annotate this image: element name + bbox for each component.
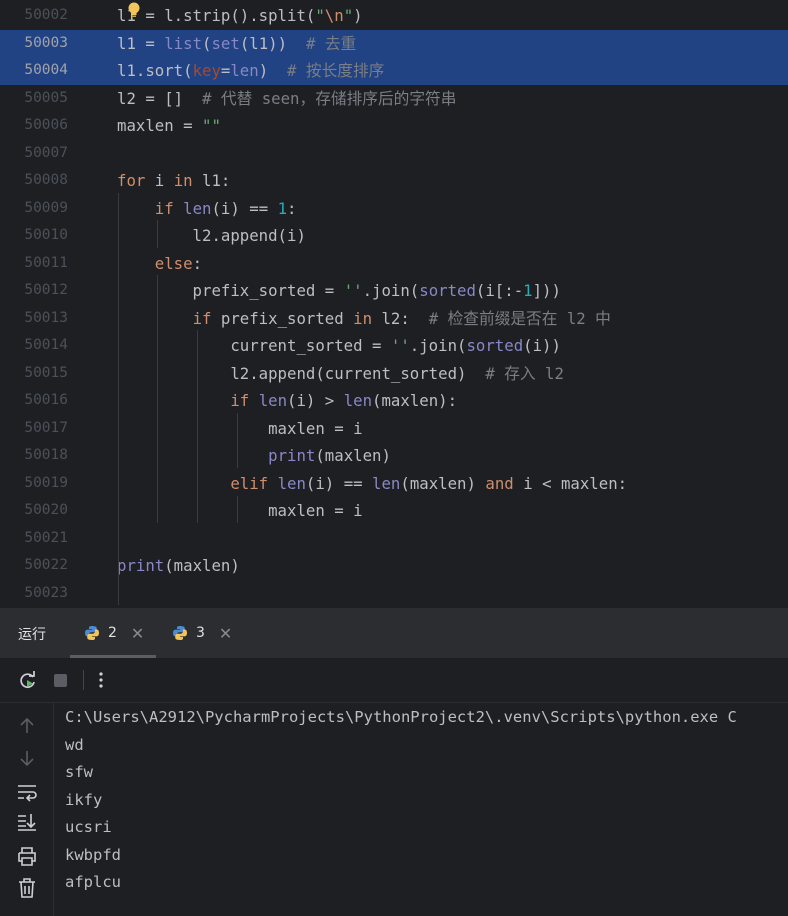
code-line[interactable]: 50005 l2 = [] # 代替 seen，存储排序后的字符串 <box>0 85 788 113</box>
console-line: kwbpfd <box>65 845 121 864</box>
code-line[interactable]: 50004 l1.sort(key=len) # 按长度排序 <box>0 57 788 85</box>
line-number: 50018 <box>24 447 68 463</box>
print-icon[interactable] <box>16 845 38 867</box>
scroll-down-icon[interactable] <box>16 747 38 769</box>
code-line[interactable]: 50007 <box>0 140 788 168</box>
console-line: wd <box>65 735 84 754</box>
line-number: 50022 <box>24 557 68 573</box>
indent-guide <box>157 275 158 523</box>
line-number: 50017 <box>24 419 68 436</box>
run-panel-title: 运行 <box>18 627 46 643</box>
line-number: 50004 <box>24 62 68 78</box>
stop-icon[interactable] <box>54 674 67 687</box>
scroll-up-icon[interactable] <box>16 715 38 737</box>
clear-all-icon[interactable] <box>16 877 38 899</box>
console-line: sfw <box>65 763 93 781</box>
toolbar-divider <box>83 670 84 690</box>
indent-guide <box>237 413 238 468</box>
scroll-to-end-icon[interactable] <box>16 811 38 833</box>
code-text: elif len(i) == len(maxlen) and i < maxle… <box>230 473 628 493</box>
code-line[interactable]: 50006 maxlen = "" <box>0 112 788 140</box>
code-text: maxlen = i <box>117 418 363 438</box>
code-text: maxlen = i <box>117 501 363 520</box>
line-number: 50019 <box>24 474 68 491</box>
code-text: if len(i) > len(maxlen): <box>230 391 458 410</box>
console-line: C:\Users\A2912\PycharmProjects\PythonPro… <box>65 708 737 726</box>
soft-wrap-icon[interactable] <box>16 781 38 803</box>
code-text: prefix_sorted = ''.join(sorted(i[:-1])) <box>117 281 561 300</box>
code-text: for i in l1: <box>117 171 231 190</box>
run-tab-2[interactable]: 2 ✕ <box>70 608 156 658</box>
python-icon <box>85 626 99 640</box>
code-text: l1.sort(key=len) # 按长度排序 <box>117 61 385 80</box>
indent-guide <box>197 330 198 523</box>
code-text: print(maxlen) <box>117 556 240 575</box>
code-text: l1 = l.strip().split("\n") <box>117 6 363 25</box>
line-number: 50002 <box>24 7 68 23</box>
code-editor[interactable]: 50002 l1 = l.strip().split("\n") 50003 l1 =… <box>0 0 788 608</box>
line-number: 50020 <box>24 502 68 518</box>
code-text: l2.append(i) <box>117 226 306 245</box>
more-options-icon[interactable] <box>96 670 106 690</box>
console-side-toolbar <box>0 703 54 916</box>
code-text: l2 = [] # 代替 seen，存储排序后的字符串 <box>117 88 457 108</box>
code-text: maxlen = "" <box>117 116 221 135</box>
line-number: 50005 <box>24 89 68 106</box>
run-toolbar <box>0 659 788 703</box>
line-number: 50021 <box>24 529 68 546</box>
lightbulb-icon[interactable] <box>127 2 141 18</box>
code-text: print(maxlen) <box>268 446 391 465</box>
run-tab-3[interactable]: 3 ✕ <box>172 608 232 658</box>
close-icon[interactable]: ✕ <box>219 624 232 643</box>
line-number: 50011 <box>24 254 68 271</box>
line-number: 50016 <box>24 392 68 408</box>
code-text: l2.append(current_sorted) # 存入 l2 <box>117 363 564 383</box>
indent-guide <box>237 496 238 523</box>
line-number: 50013 <box>24 309 68 326</box>
console-output[interactable]: C:\Users\A2912\PycharmProjects\PythonPro… <box>54 703 788 916</box>
line-number: 50014 <box>24 337 68 353</box>
close-icon[interactable]: ✕ <box>131 624 144 643</box>
code-line[interactable]: 50002 l1 = l.strip().split("\n") <box>0 2 788 30</box>
line-number: 50008 <box>24 172 68 188</box>
indent-guide <box>118 193 119 605</box>
console-line: afplcu <box>65 873 121 891</box>
run-tab-label: 2 <box>108 625 117 641</box>
run-panel-header: 运行 2 ✕ 3 ✕ <box>0 608 788 659</box>
console-line: ikfy <box>65 790 103 809</box>
python-icon <box>173 626 187 640</box>
line-number: 50006 <box>24 117 68 133</box>
line-number: 50012 <box>24 282 68 298</box>
line-number: 50023 <box>24 584 68 601</box>
line-number: 50007 <box>24 144 68 161</box>
code-text: if prefix_sorted in l2: # 检查前缀是否在 l2 中 <box>192 308 611 328</box>
code-line[interactable]: 50008 for i in l1: <box>0 167 788 195</box>
code-text: current_sorted = ''.join(sorted(i)) <box>117 336 561 355</box>
rerun-icon[interactable] <box>18 671 38 691</box>
run-tab-label: 3 <box>196 625 205 641</box>
code-line[interactable]: 50003 l1 = list(set(l1)) # 去重 <box>0 29 788 57</box>
code-text: l1 = list(set(l1)) # 去重 <box>117 33 357 53</box>
code-text: if len(i) == 1: <box>154 198 297 218</box>
console-line: ucsri <box>65 818 112 836</box>
line-number: 50010 <box>24 227 68 243</box>
indent-guide <box>157 220 158 248</box>
line-number: 50003 <box>24 34 68 51</box>
line-number: 50009 <box>24 199 68 216</box>
code-text: else: <box>154 253 203 273</box>
line-number: 50015 <box>24 364 68 381</box>
